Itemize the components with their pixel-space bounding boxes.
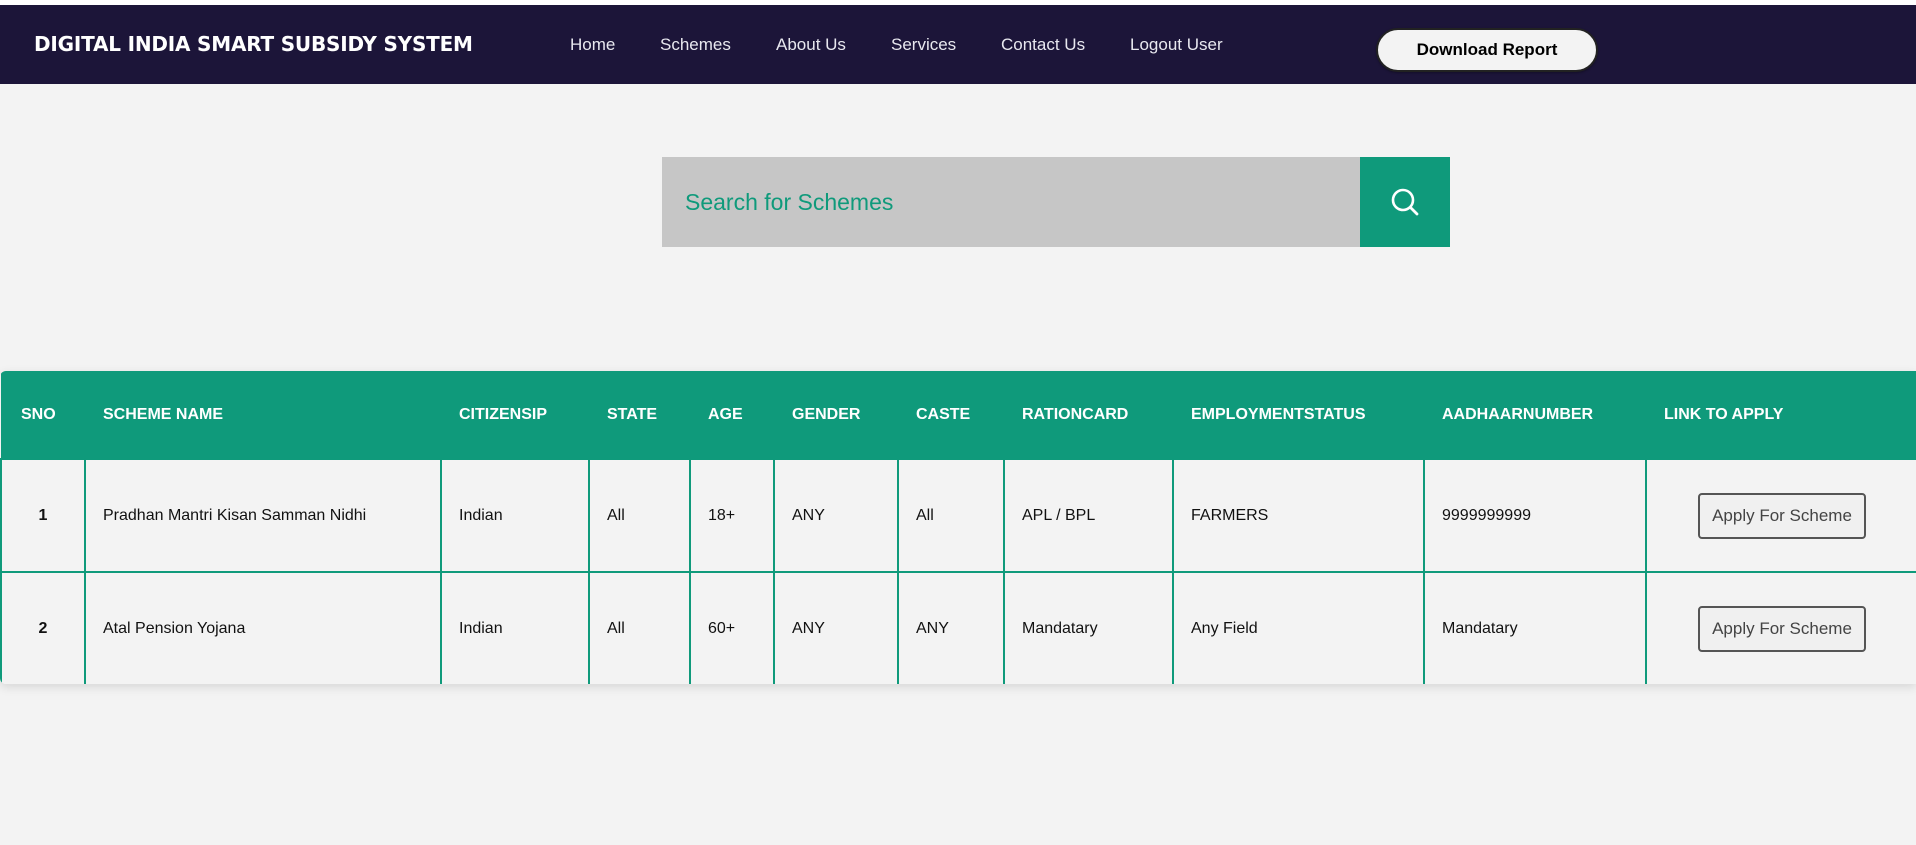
nav-schemes[interactable]: Schemes <box>660 5 731 84</box>
cell-sno: 1 <box>0 458 86 573</box>
apply-for-scheme-button[interactable]: Apply For Scheme <box>1698 492 1866 539</box>
header-sno: SNO <box>1 371 85 459</box>
cell-rationcard: Mandatary <box>1003 571 1174 684</box>
nav-contact-us[interactable]: Contact Us <box>1001 5 1085 84</box>
cell-age: 60+ <box>689 571 775 684</box>
cell-gender: ANY <box>773 458 899 573</box>
brand-title: DIGITAL INDIA SMART SUBSIDY SYSTEM <box>34 32 473 56</box>
cell-link-to-apply: Apply For Scheme <box>1645 458 1916 573</box>
header-link-to-apply: LINK TO APPLY <box>1646 371 1916 459</box>
cell-citizenship: Indian <box>440 571 590 684</box>
cell-citizenship: Indian <box>440 458 590 573</box>
search-input[interactable] <box>662 157 1360 247</box>
cell-state: All <box>588 571 691 684</box>
header-state: STATE <box>589 371 690 459</box>
cell-gender: ANY <box>773 571 899 684</box>
schemes-table-container: SNO SCHEME NAME CITIZENSIP STATE AGE GEN… <box>0 371 1916 684</box>
header-rationcard: RATIONCARD <box>1004 371 1173 459</box>
cell-aadhaar-number: Mandatary <box>1423 571 1647 684</box>
cell-rationcard: APL / BPL <box>1003 458 1174 573</box>
cell-link-to-apply: Apply For Scheme <box>1645 571 1916 684</box>
cell-employment-status: Any Field <box>1172 571 1425 684</box>
header-citizenship: CITIZENSIP <box>441 371 589 459</box>
cell-aadhaar-number: 9999999999 <box>1423 458 1647 573</box>
cell-scheme-name: Pradhan Mantri Kisan Samman Nidhi <box>84 458 442 573</box>
nav-services[interactable]: Services <box>891 5 956 84</box>
search-icon <box>1391 188 1419 216</box>
nav-home[interactable]: Home <box>570 5 615 84</box>
header-gender: GENDER <box>774 371 898 459</box>
header-caste: CASTE <box>898 371 1004 459</box>
table-row: 2 Atal Pension Yojana Indian All 60+ ANY… <box>0 571 1916 684</box>
nav-logout-user[interactable]: Logout User <box>1130 5 1223 84</box>
table-row: 1 Pradhan Mantri Kisan Samman Nidhi Indi… <box>0 458 1916 573</box>
header-employment-status: EMPLOYMENTSTATUS <box>1173 371 1424 459</box>
download-report-button[interactable]: Download Report <box>1376 28 1598 72</box>
cell-employment-status: FARMERS <box>1172 458 1425 573</box>
nav-about-us[interactable]: About Us <box>776 5 846 84</box>
navbar: DIGITAL INDIA SMART SUBSIDY SYSTEM Home … <box>0 5 1916 84</box>
cell-state: All <box>588 458 691 573</box>
header-age: AGE <box>690 371 774 459</box>
cell-caste: All <box>897 458 1005 573</box>
cell-scheme-name: Atal Pension Yojana <box>84 571 442 684</box>
cell-sno: 2 <box>0 571 86 684</box>
apply-for-scheme-button[interactable]: Apply For Scheme <box>1698 605 1866 652</box>
search-button[interactable] <box>1360 157 1450 247</box>
table-header-row: SNO SCHEME NAME CITIZENSIP STATE AGE GEN… <box>1 371 1916 459</box>
cell-age: 18+ <box>689 458 775 573</box>
header-aadhaar-number: AADHAARNUMBER <box>1424 371 1646 459</box>
schemes-table: SNO SCHEME NAME CITIZENSIP STATE AGE GEN… <box>0 371 1916 684</box>
cell-caste: ANY <box>897 571 1005 684</box>
header-scheme-name: SCHEME NAME <box>85 371 441 459</box>
